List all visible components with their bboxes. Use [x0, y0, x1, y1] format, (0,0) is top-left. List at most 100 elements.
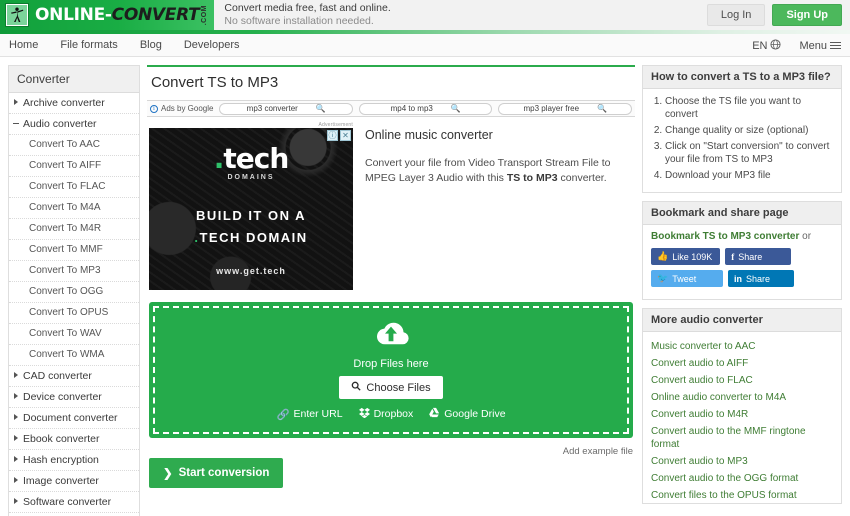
nav-item-file-formats[interactable]: File formats	[60, 39, 117, 51]
nav-item-developers[interactable]: Developers	[184, 39, 240, 51]
sidebar-item-ebook-converter[interactable]: Ebook converter	[9, 429, 139, 450]
more-link-ogg[interactable]: Convert audio to the OGG format	[651, 473, 798, 484]
ad-keyword-pill-3[interactable]: mp3 player free 🔍	[498, 102, 632, 115]
sidebar-item-convert-to-mp3[interactable]: Convert To MP3	[9, 261, 139, 282]
ad-banner[interactable]: ⓘ ✕ ..techtech DOMAINS BUILD IT ON A .TE…	[149, 128, 353, 290]
sidebar-item-device-converter[interactable]: Device converter	[9, 387, 139, 408]
ad-keyword-pill-1[interactable]: mp3 converter 🔍	[219, 102, 353, 115]
sidebar-item-convert-to-opus[interactable]: Convert To OPUS	[9, 303, 139, 324]
share-row-1: 👍 Like 109K f Share	[651, 248, 833, 265]
more-link-m4a[interactable]: Online audio converter to M4A	[651, 392, 786, 403]
ad-controls: ⓘ ✕	[327, 130, 351, 141]
search-icon: 🔍	[315, 104, 326, 113]
ad-close-icon[interactable]: ✕	[340, 130, 351, 141]
howto-panel-title: How to convert a TS to a MP3 file?	[643, 66, 841, 89]
file-dropzone[interactable]: Drop Files here Choose Files 🔗 Enter URL	[149, 302, 633, 438]
more-link-aiff[interactable]: Convert audio to AIFF	[651, 358, 748, 369]
linkedin-share-button[interactable]: in Share	[728, 270, 794, 287]
ad-info-icon[interactable]: ⓘ	[327, 130, 338, 141]
google-drive-link[interactable]: Google Drive	[429, 407, 506, 421]
google-drive-label: Google Drive	[444, 408, 506, 420]
ad-headline-1: BUILD IT ON A	[195, 208, 306, 223]
more-link-m4r[interactable]: Convert audio to M4R	[651, 409, 748, 420]
more-audio-converter-panel: More audio converter Music converter to …	[642, 308, 842, 504]
logo-word-convert: CONVERT	[111, 5, 200, 25]
intro-paragraph: Convert your file from Video Transport S…	[365, 156, 633, 186]
list-item: Convert audio to the MMF ringtone format	[651, 423, 833, 453]
chevron-right-icon	[14, 372, 18, 378]
intro-text-part2: converter.	[557, 172, 607, 184]
sidebar-item-convert-to-m4a[interactable]: Convert To M4A	[9, 198, 139, 219]
sidebar-item-image-converter[interactable]: Image converter	[9, 471, 139, 492]
page-content: Converter Archive converter Audio conver…	[0, 57, 850, 516]
sidebar-item-audio-converter[interactable]: Audio converter	[9, 114, 139, 135]
list-item: Online audio converter to M4A	[651, 389, 833, 406]
list-item: Convert audio to AIFF	[651, 355, 833, 372]
dropbox-link[interactable]: Dropbox	[358, 407, 413, 421]
sidebar-item-convert-to-aac[interactable]: Convert To AAC	[9, 135, 139, 156]
enter-url-link[interactable]: 🔗 Enter URL	[276, 407, 342, 421]
header-actions: Log In Sign Up	[706, 4, 842, 26]
dropzone-source-links: 🔗 Enter URL Dropbox Google Drive	[276, 407, 506, 421]
sidebar-item-label: Document converter	[23, 412, 118, 424]
more-link-mp3[interactable]: Convert audio to MP3	[651, 456, 748, 467]
google-drive-icon	[429, 407, 440, 421]
howto-step: Choose the TS file you want to convert	[665, 95, 833, 121]
twitter-tweet-button[interactable]: 🐦 Tweet	[651, 270, 723, 287]
site-tagline: Convert media free, fast and online. No …	[224, 2, 390, 28]
action-row: ❯ Start conversion Add example file	[147, 438, 635, 488]
login-button[interactable]: Log In	[706, 4, 766, 26]
sidebar-item-convert-to-wma[interactable]: Convert To WMA	[9, 345, 139, 366]
sidebar-item-convert-to-mmf[interactable]: Convert To MMF	[9, 240, 139, 261]
sidebar-item-document-converter[interactable]: Document converter	[9, 408, 139, 429]
sidebar-item-label: Software converter	[23, 496, 112, 508]
logo-tld: .COM	[201, 4, 209, 26]
intro-row: Advertisement ⓘ ✕ ..techtech DOMAINS BUI…	[147, 117, 635, 290]
logo-wordmark: ONLINE-CONVERT	[35, 5, 200, 25]
ad-url-text: www.get.tech	[216, 266, 286, 276]
signup-button[interactable]: Sign Up	[772, 4, 842, 26]
more-link-flac[interactable]: Convert audio to FLAC	[651, 375, 753, 386]
google-ads-bar: i Ads by Google mp3 converter 🔍 mp4 to m…	[147, 100, 635, 117]
chevron-right-icon	[14, 393, 18, 399]
choose-files-button[interactable]: Choose Files	[339, 376, 443, 399]
sidebar-item-cad-converter[interactable]: CAD converter	[9, 366, 139, 387]
bookmark-panel-body: Bookmark TS to MP3 converter or 👍 Like 1…	[643, 225, 841, 299]
logo-person-icon	[5, 3, 29, 27]
share-row-2: 🐦 Tweet in Share	[651, 270, 833, 287]
menu-button[interactable]: Menu	[799, 40, 841, 52]
sidebar-item-convert-to-ogg[interactable]: Convert To OGG	[9, 282, 139, 303]
chevron-right-icon	[14, 498, 18, 504]
howto-step: Change quality or size (optional)	[665, 124, 833, 137]
more-link-mmf[interactable]: Convert audio to the MMF ringtone format	[651, 426, 806, 450]
bookmark-link[interactable]: Bookmark TS to MP3 converter	[651, 231, 799, 242]
more-link-opus[interactable]: Convert files to the OPUS format	[651, 490, 797, 501]
link-icon: 🔗	[276, 408, 290, 421]
list-item: Convert audio to M4R	[651, 406, 833, 423]
sidebar-item-archive-converter[interactable]: Archive converter	[9, 93, 139, 114]
start-conversion-button[interactable]: ❯ Start conversion	[149, 458, 284, 488]
right-sidebar: How to convert a TS to a MP3 file? Choos…	[642, 65, 842, 516]
nav-item-home[interactable]: Home	[9, 39, 38, 51]
more-link-aac[interactable]: Music converter to AAC	[651, 341, 755, 352]
sidebar-item-convert-to-aiff[interactable]: Convert To AIFF	[9, 156, 139, 177]
language-selector[interactable]: EN	[752, 38, 782, 53]
ad-keyword-pill-2[interactable]: mp4 to mp3 🔍	[358, 102, 493, 115]
facebook-like-button[interactable]: 👍 Like 109K	[651, 248, 721, 265]
sidebar-item-label: Device converter	[23, 391, 102, 403]
sidebar-item-convert-to-flac[interactable]: Convert To FLAC	[9, 177, 139, 198]
cloud-upload-icon	[369, 319, 413, 354]
dropbox-icon	[358, 407, 370, 421]
sidebar-item-convert-to-m4r[interactable]: Convert To M4R	[9, 219, 139, 240]
nav-item-blog[interactable]: Blog	[140, 39, 162, 51]
bookmark-link-suffix: or	[799, 231, 812, 242]
site-logo[interactable]: ONLINE-CONVERT .COM	[0, 0, 215, 30]
sidebar-item-software-converter[interactable]: Software converter	[9, 492, 139, 513]
facebook-share-button[interactable]: f Share	[725, 248, 792, 265]
add-example-file-link[interactable]: Add example file	[563, 446, 633, 457]
sidebar-item-hash-encryption[interactable]: Hash encryption	[9, 450, 139, 471]
sidebar-item-convert-to-wav[interactable]: Convert To WAV	[9, 324, 139, 345]
tagline-line-2: No software installation needed.	[224, 15, 374, 27]
info-icon[interactable]: i	[150, 104, 158, 113]
bookmark-panel-title: Bookmark and share page	[643, 202, 841, 225]
